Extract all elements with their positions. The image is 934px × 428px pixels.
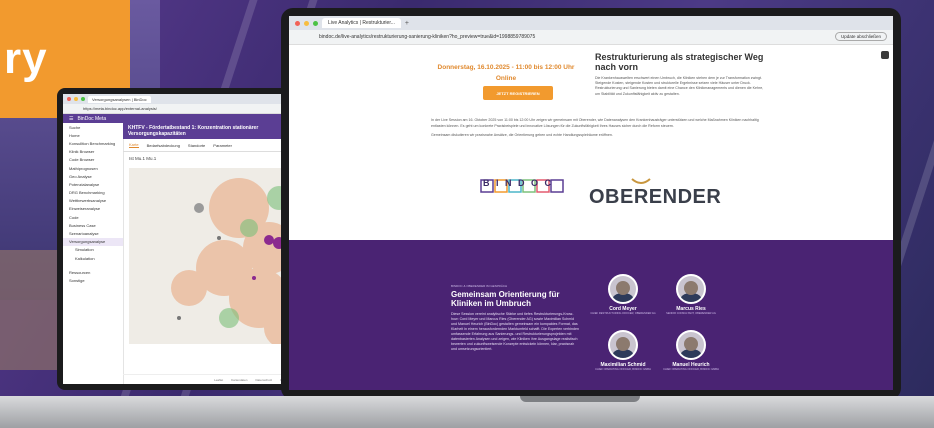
- maximize-window-icon[interactable]: [313, 20, 318, 26]
- laptop-base: [0, 396, 934, 428]
- laptop-notch: [520, 396, 640, 402]
- laptop-right: Live Analytics | Restrukturier... + bind…: [281, 8, 901, 400]
- speaker-card: Cord Meyer CHIEF RESTRUCTURING OFFICER, …: [588, 274, 658, 315]
- speaker-card: Maximilian Schmid CHIEF OPERATING OFFICE…: [588, 330, 658, 371]
- maximize-window-icon[interactable]: [81, 97, 85, 101]
- sidebar-item[interactable]: Wettbewerbsanalyse: [63, 197, 123, 205]
- intro-text: In der Live Session am 16. Oktober 2025 …: [431, 118, 759, 128]
- app-name: BinDoc Meta: [77, 116, 107, 122]
- new-tab-icon[interactable]: +: [405, 20, 409, 27]
- speaker-role: SENIOR CONSULTANT, OBERENDER AG: [666, 312, 716, 315]
- speaker-photo: [608, 274, 638, 304]
- speaker-photo: [676, 330, 706, 360]
- intro-text-2: Gemeinsam diskutieren wir praxisnahe Ans…: [431, 133, 613, 137]
- sidebar-item[interactable]: Einweiseranalyse: [63, 205, 123, 213]
- menu-icon[interactable]: ☰: [69, 116, 73, 122]
- tab-bedarfsabdeckung[interactable]: Bedarfsabdeckung: [147, 143, 180, 148]
- browser-tab[interactable]: Versorgungsanalysen | BinDoc: [88, 95, 151, 103]
- tab-bar: Karte Bedarfsabdeckung Standorte Paramet…: [123, 139, 301, 152]
- sidebar-item[interactable]: Geo Analyse: [63, 172, 123, 180]
- map-legend[interactable]: Ist Mu.1 Mu.1: [129, 156, 156, 161]
- sidebar-item[interactable]: Ressourcen: [63, 268, 123, 276]
- tab-standorte[interactable]: Standorte: [188, 143, 205, 148]
- headline-text: ry: [4, 34, 48, 83]
- register-button[interactable]: JETZT REGISTRIEREN: [483, 86, 553, 100]
- map-footer: Leaflet Kartendaten Datenschutz Impressu…: [123, 374, 301, 384]
- sidebar-item-active[interactable]: Versorgungsanalyse: [63, 237, 123, 246]
- sidebar-subitem[interactable]: Kalkulation: [63, 254, 123, 262]
- speaker-role: CHIEF OPERATING OFFICER, BINDOC GMBH: [595, 368, 651, 371]
- sidebar-item[interactable]: Code: [63, 213, 123, 221]
- section-heading: Restrukturierung als strategischer Weg n…: [595, 52, 764, 72]
- sidebar-item[interactable]: Mathiprognosen: [63, 164, 123, 172]
- close-window-icon[interactable]: [67, 97, 71, 101]
- oberender-smile-icon: [631, 178, 651, 184]
- bindoc-logo-text: BINDOC: [483, 178, 558, 188]
- intro-paragraph: In der Live Session am 16. Oktober 2025 …: [431, 118, 761, 139]
- side-panel-button[interactable]: [881, 51, 889, 59]
- sidebar-subitem[interactable]: Simulation: [63, 246, 123, 254]
- sidebar: Suche Home Konsulltion Benchmarking Klin…: [63, 123, 124, 384]
- speaker-card: Manuel Heurich CHIEF OPERATING OFFICER, …: [656, 330, 726, 371]
- sidebar-item[interactable]: Sonstige: [63, 276, 123, 284]
- browser-tabbar: Live Analytics | Restrukturier... +: [289, 16, 893, 30]
- footer-link[interactable]: Leaflet: [214, 378, 223, 382]
- sidebar-item[interactable]: DRG Benchmarking: [63, 189, 123, 197]
- url-text[interactable]: bindoc.de/live-analytics/restrukturierun…: [319, 34, 535, 40]
- browser-tab[interactable]: Live Analytics | Restrukturier...: [322, 18, 401, 28]
- laptop-right-screen: Live Analytics | Restrukturier... + bind…: [289, 16, 893, 390]
- address-bar[interactable]: bindoc.de/live-analytics/restrukturierun…: [289, 30, 893, 45]
- event-date-block: Donnerstag, 16.10.2025 - 11:00 bis 12:00…: [431, 62, 581, 84]
- page-title: KHTFV - Fördertatbestand 1: Konzentratio…: [123, 123, 301, 139]
- bindoc-logo: BINDOC: [479, 172, 569, 202]
- laptop-left-screen: Versorgungsanalysen | BinDoc https://met…: [63, 94, 301, 384]
- sidebar-item[interactable]: Business Case: [63, 221, 123, 229]
- speaker-role: CHIEF RESTRUCTURING OFFICER, OBERENDER A…: [590, 312, 656, 315]
- speaker-card: Marcus Ries SENIOR CONSULTANT, OBERENDER…: [656, 274, 726, 315]
- laptop-left: Versorgungsanalysen | BinDoc https://met…: [57, 88, 307, 390]
- speaker-role: CHIEF OPERATING OFFICER, BINDOC GMBH: [663, 368, 719, 371]
- section-text: Diese Session vereint analytische Stärke…: [451, 312, 579, 351]
- event-mode: Online: [495, 75, 517, 82]
- map-view[interactable]: [129, 168, 299, 344]
- map-graphic: [129, 168, 299, 344]
- minimize-window-icon[interactable]: [74, 97, 78, 101]
- sidebar-item[interactable]: Potenzialanalyse: [63, 180, 123, 188]
- section-caption: BINDOC & OBERENDER IM GESPRÄCH: [451, 284, 508, 288]
- oberender-logo-text: OBERENDER: [589, 186, 722, 208]
- address-bar[interactable]: https://meta.bindoc.app/external-analysi…: [63, 104, 301, 114]
- event-date: Donnerstag, 16.10.2025 - 11:00 bis 12:00…: [437, 64, 575, 71]
- speaker-section: BINDOC & OBERENDER IM GESPRÄCH Gemeinsam…: [289, 240, 893, 390]
- footer-link[interactable]: Datenschutz: [255, 378, 272, 382]
- sidebar-item[interactable]: Suche: [63, 123, 123, 131]
- browser-tabbar: Versorgungsanalysen | BinDoc: [63, 94, 301, 104]
- close-window-icon[interactable]: [295, 20, 300, 26]
- update-button[interactable]: Update abschließen: [834, 32, 887, 41]
- footer-link[interactable]: Kartendaten: [231, 378, 247, 382]
- tab-karte[interactable]: Karte: [129, 142, 139, 148]
- sidebar-item[interactable]: Klinik Browser: [63, 148, 123, 156]
- speaker-photo: [676, 274, 706, 304]
- minimize-window-icon[interactable]: [304, 20, 309, 26]
- tab-parameter[interactable]: Parameter: [213, 143, 232, 148]
- sidebar-item[interactable]: Home: [63, 131, 123, 139]
- speaker-photo: [608, 330, 638, 360]
- sidebar-item[interactable]: Konsulltion Benchmarking: [63, 139, 123, 147]
- section-paragraph: Die Krankenhauswelten erschwert einen Um…: [595, 76, 764, 96]
- sidebar-item[interactable]: Code Browser: [63, 156, 123, 164]
- oberender-logo: OBERENDER: [589, 178, 722, 209]
- sidebar-item[interactable]: Szenarioanalyse: [63, 229, 123, 237]
- section-title: Gemeinsam Orientierung für Kliniken im U…: [451, 290, 560, 308]
